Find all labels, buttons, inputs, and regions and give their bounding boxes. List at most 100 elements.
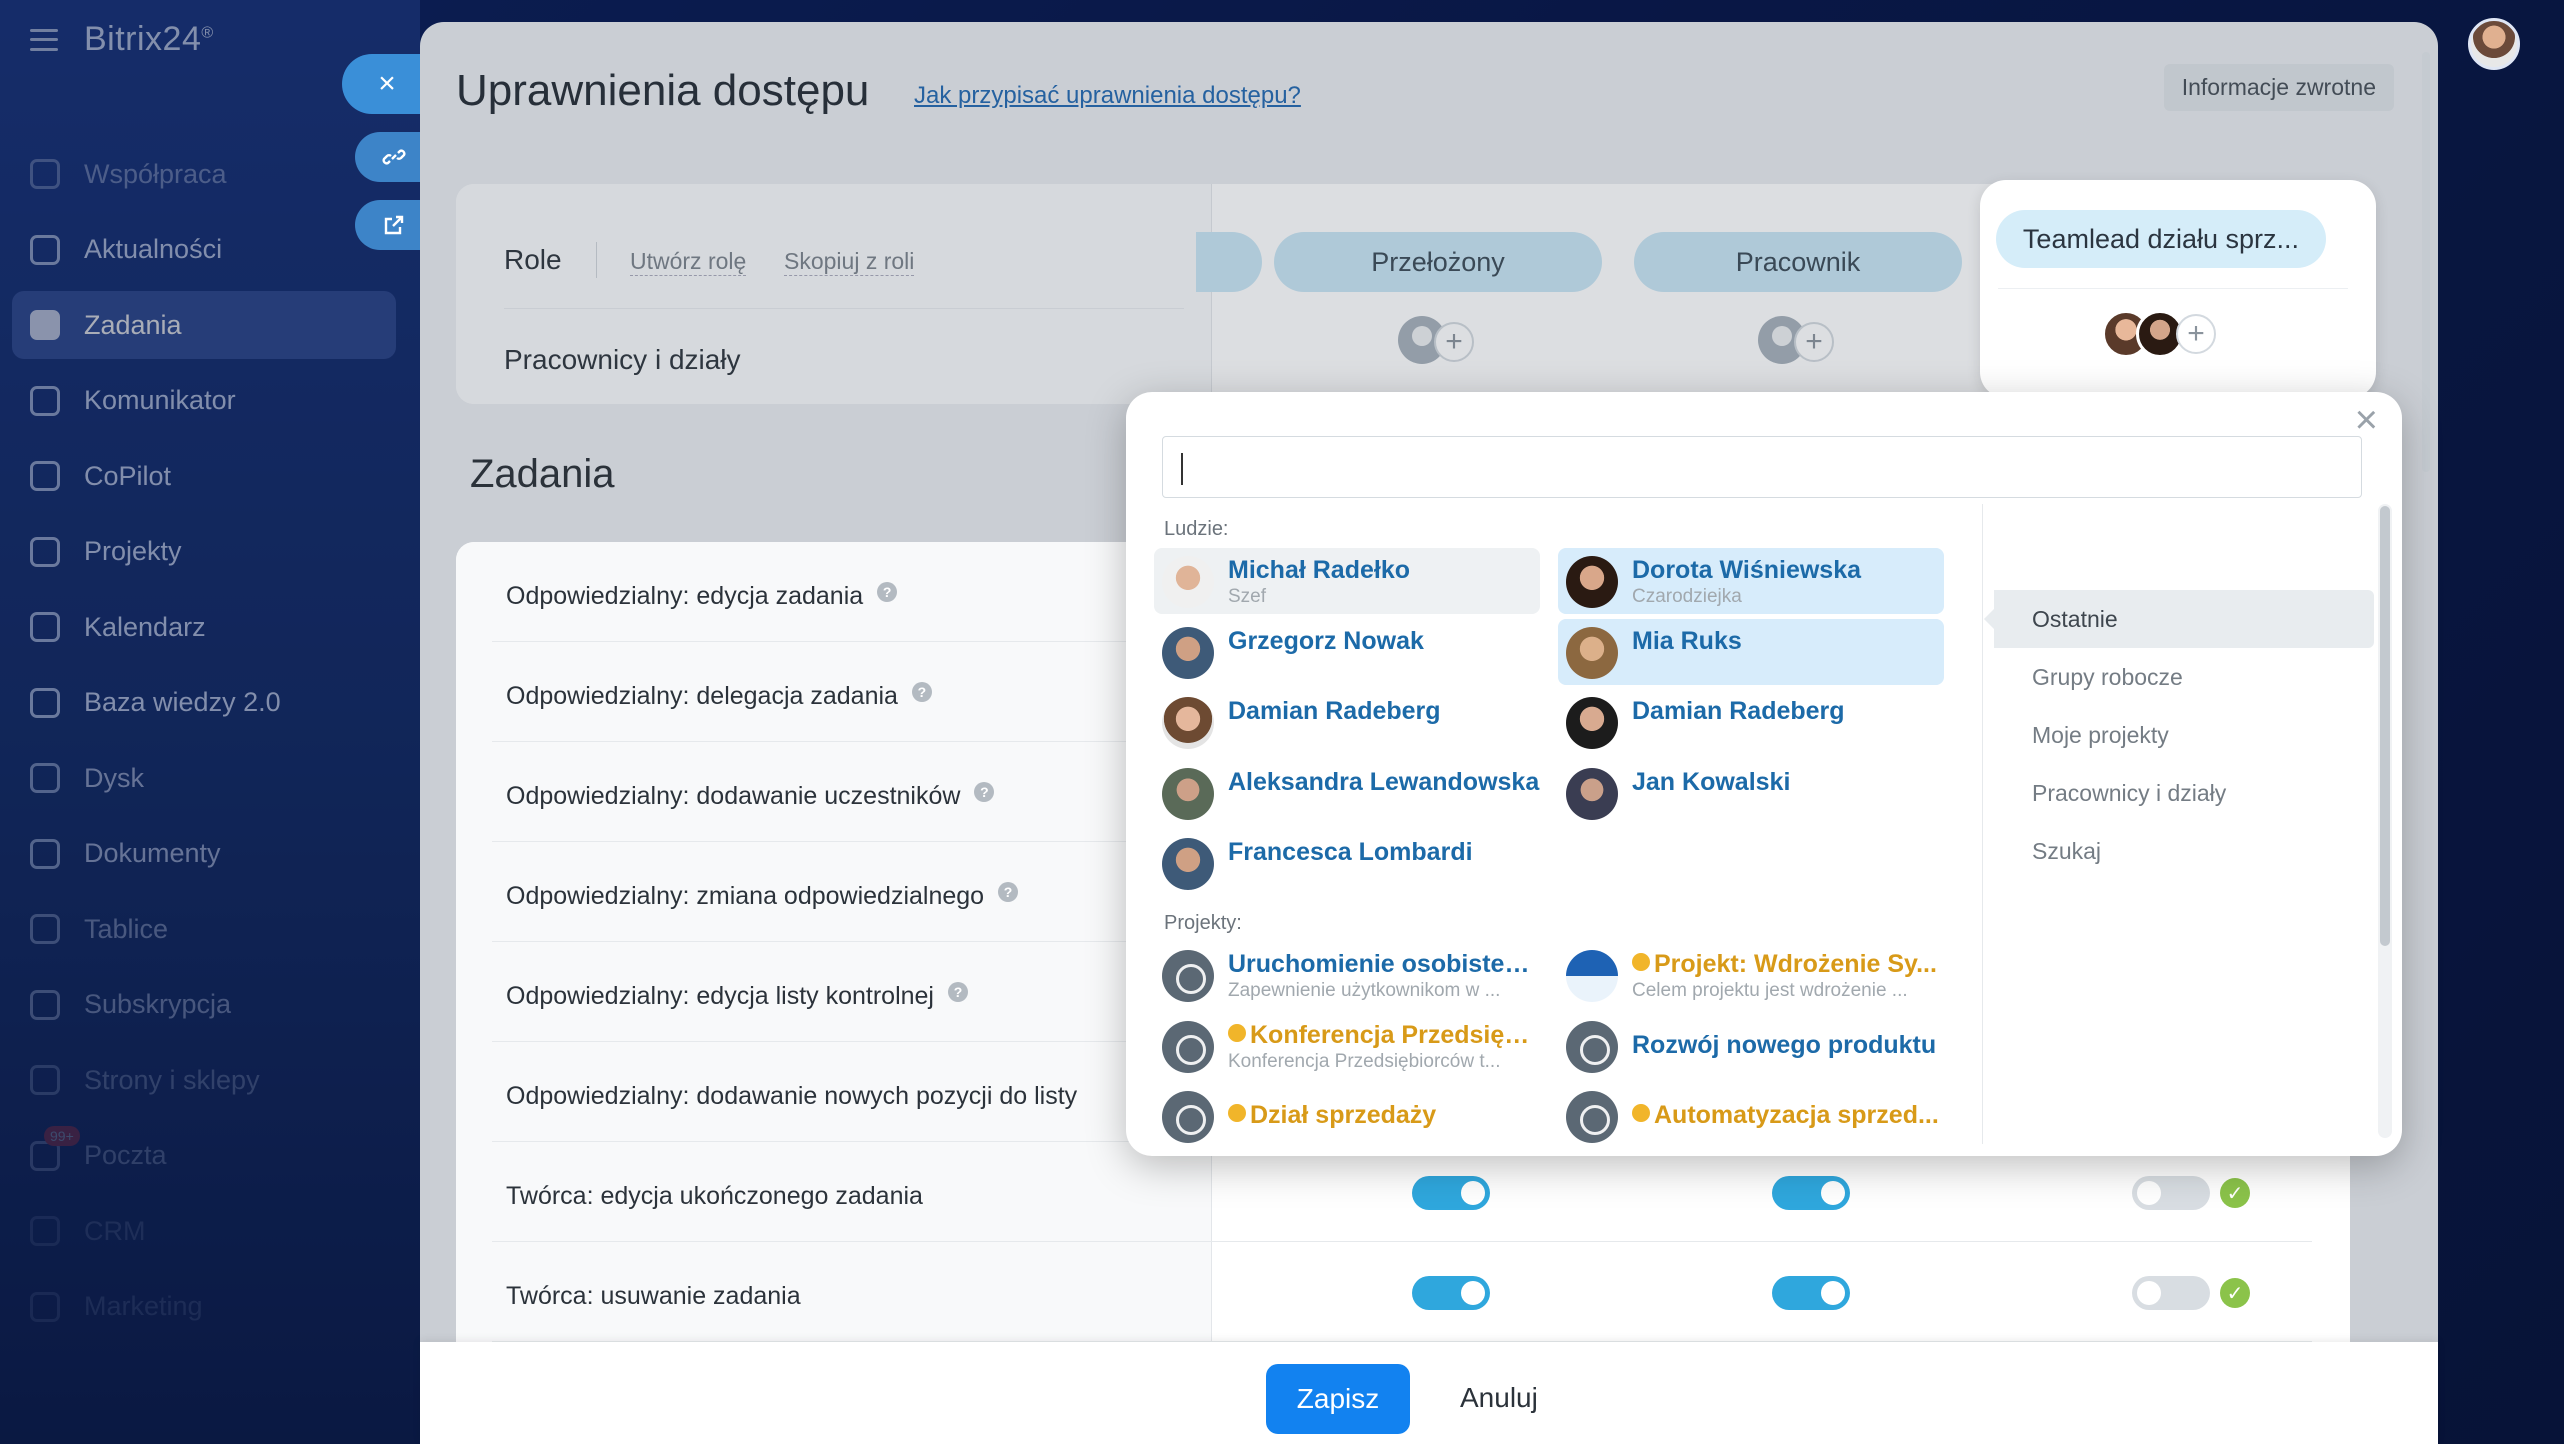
avatar xyxy=(1162,626,1214,679)
add-member-button[interactable]: + xyxy=(1398,314,1478,370)
tab-szukaj[interactable]: Szukaj xyxy=(1994,822,2374,880)
role-pill-przelozony[interactable]: Przełożony xyxy=(1274,232,1602,292)
permission-toggle[interactable] xyxy=(1772,1276,1850,1310)
group-icon xyxy=(1162,950,1214,1002)
person-item[interactable]: Dorota Wiśniewska Czarodziejka xyxy=(1558,548,1944,614)
project-item[interactable]: Automatyzacja sprzed... xyxy=(1558,1083,1944,1149)
tab-grupy-robocze[interactable]: Grupy robocze xyxy=(1994,648,2374,706)
add-member-button[interactable]: + xyxy=(1758,314,1838,370)
subscription-icon xyxy=(30,989,60,1020)
tab-moje-projekty[interactable]: Moje projekty xyxy=(1994,706,2374,764)
permission-toggle[interactable] xyxy=(1772,1176,1850,1210)
tab-ostatnie[interactable]: Ostatnie xyxy=(1984,590,2374,648)
sidebar-item-subskrypcja[interactable]: Subskrypcja xyxy=(12,971,396,1039)
sidebar-item-baza-wiedzy-2-0[interactable]: Baza wiedzy 2.0 xyxy=(12,669,396,737)
person-item[interactable]: Mia Ruks xyxy=(1558,618,1944,685)
copy-role-link[interactable]: Skopiuj z roli xyxy=(784,248,915,276)
page-scrollbar[interactable] xyxy=(2422,52,2430,472)
help-link[interactable]: Jak przypisać uprawnienia dostępu? xyxy=(914,82,1301,110)
divider xyxy=(596,242,597,278)
help-icon[interactable]: ? xyxy=(998,882,1019,902)
role-pill-pracownik[interactable]: Pracownik xyxy=(1634,232,1962,292)
avatar xyxy=(1162,838,1214,890)
sidebar-item-tablice[interactable]: Tablice xyxy=(12,895,396,963)
person-item[interactable]: Damian Radeberg xyxy=(1154,689,1540,755)
permission-toggle[interactable] xyxy=(2132,1176,2210,1210)
projects-icon xyxy=(30,536,60,567)
sidebar-item-label: Dysk xyxy=(84,762,144,793)
project-item[interactable]: Uruchomienie osobisteg... Zapewnienie uży… xyxy=(1154,942,1540,1008)
project-name: Uruchomienie osobisteg... xyxy=(1228,950,1538,979)
role-pill-partial[interactable] xyxy=(1196,232,1262,292)
page-title: Uprawnienia dostępu xyxy=(456,66,870,115)
help-icon[interactable]: ? xyxy=(974,782,995,802)
permission-row: Twórca: usuwanie zadania ✓ xyxy=(492,1242,2312,1342)
sidebar-item-label: Subskrypcja xyxy=(84,989,232,1019)
sidebar-item-aktualności[interactable]: Aktualności xyxy=(12,216,396,284)
help-icon[interactable]: ? xyxy=(911,682,932,702)
user-avatar[interactable] xyxy=(2468,18,2520,70)
person-item[interactable]: Aleksandra Lewandowska xyxy=(1154,760,1540,826)
person-name: Damian Radeberg xyxy=(1228,697,1441,725)
menu-icon[interactable] xyxy=(30,28,58,51)
project-item[interactable]: Projekt: Wdrożenie Sy... Celem projektu j… xyxy=(1558,942,1944,1008)
permission-toggle[interactable] xyxy=(1412,1176,1490,1210)
sidebar-item-poczta[interactable]: 99+ Poczta xyxy=(12,1122,396,1190)
sidebar-item-label: Projekty xyxy=(84,536,182,566)
permission-label: Odpowiedzialny: delegacja zadania? xyxy=(506,682,932,711)
person-name: Jan Kowalski xyxy=(1632,767,1791,796)
person-item[interactable]: Jan Kowalski xyxy=(1558,760,1944,826)
sidebar-item-crm[interactable]: CRM xyxy=(12,1197,396,1265)
cancel-button[interactable]: Anuluj xyxy=(1460,1382,1538,1414)
project-item[interactable]: Rozwój nowego produktu xyxy=(1558,1013,1944,1079)
plus-icon: + xyxy=(1794,322,1834,362)
sidebar-item-projekty[interactable]: Projekty xyxy=(12,518,396,586)
person-item[interactable]: Francesca Lombardi xyxy=(1154,830,1540,896)
save-button[interactable]: Zapisz xyxy=(1266,1364,1410,1434)
sidebar-item-copilot[interactable]: CoPilot xyxy=(12,442,396,510)
sidebar-item-marketing[interactable]: Marketing xyxy=(12,1273,396,1341)
tab-pracownicy-i-działy[interactable]: Pracownicy i działy xyxy=(1994,764,2374,822)
sidebar-item-komunikator[interactable]: Komunikator xyxy=(12,367,396,435)
sidebar-item-strony-i-sklepy[interactable]: Strony i sklepy xyxy=(12,1046,396,1114)
sidebar-item-dokumenty[interactable]: Dokumenty xyxy=(12,820,396,888)
external-icon xyxy=(384,215,404,235)
permission-toggle[interactable] xyxy=(1412,1276,1490,1310)
marketing-icon xyxy=(30,1291,60,1322)
help-icon[interactable]: ? xyxy=(877,582,898,602)
sidebar-item-zadania[interactable]: Zadania xyxy=(12,291,396,359)
entity-selector-popup: × Ludzie: Michał Radełko Szef Dorota Wiśni… xyxy=(1126,392,2402,1156)
member-avatars[interactable]: + xyxy=(2102,310,2232,360)
plus-icon[interactable]: + xyxy=(2176,314,2216,354)
divider xyxy=(504,308,1184,309)
person-item[interactable]: Michał Radełko Szef xyxy=(1154,548,1540,614)
permission-label: Odpowiedzialny: dodawanie uczestników? xyxy=(506,782,995,811)
logo-text: Bitrix24® xyxy=(84,20,214,58)
avatar xyxy=(1566,767,1618,820)
project-name: Automatyzacja sprzed... xyxy=(1632,1101,1939,1130)
sidebar-item-dysk[interactable]: Dysk xyxy=(12,744,396,812)
project-item[interactable]: Konferencja Przedsięb... Konferencja Prze… xyxy=(1154,1013,1540,1079)
help-icon[interactable]: ? xyxy=(948,982,968,1002)
sidebar-item-label: Strony i sklepy xyxy=(84,1064,260,1095)
plus-icon: + xyxy=(1434,322,1474,362)
close-slider-button[interactable]: × xyxy=(342,54,432,114)
create-role-link[interactable]: Utwórz rolę xyxy=(630,248,747,276)
search-input[interactable] xyxy=(1162,436,2362,498)
feedback-button[interactable]: Informacje zwrotne xyxy=(2163,64,2394,111)
sidebar-item-kalendarz[interactable]: Kalendarz xyxy=(12,593,396,661)
permission-label: Odpowiedzialny: zmiana odpowiedzialnego? xyxy=(506,882,1019,911)
person-item[interactable]: Damian Radeberg xyxy=(1558,689,1944,755)
text-cursor xyxy=(1181,453,1183,485)
role-pill-teamlead[interactable]: Teamlead działu sprz... xyxy=(1996,210,2326,268)
permission-toggle[interactable] xyxy=(2132,1276,2210,1310)
sidebar-item-współpraca[interactable]: Współpraca xyxy=(12,140,396,208)
person-name: Damian Radeberg xyxy=(1632,697,1845,725)
mail-badge: 99+ xyxy=(44,1125,80,1146)
person-name: Francesca Lombardi xyxy=(1228,838,1473,866)
person-item[interactable]: Grzegorz Nowak xyxy=(1154,619,1540,685)
avatar xyxy=(1566,556,1618,608)
popup-scrollbar[interactable] xyxy=(2380,506,2390,946)
project-item[interactable]: Dział sprzedaży xyxy=(1154,1083,1540,1149)
divider xyxy=(1982,504,1983,1144)
